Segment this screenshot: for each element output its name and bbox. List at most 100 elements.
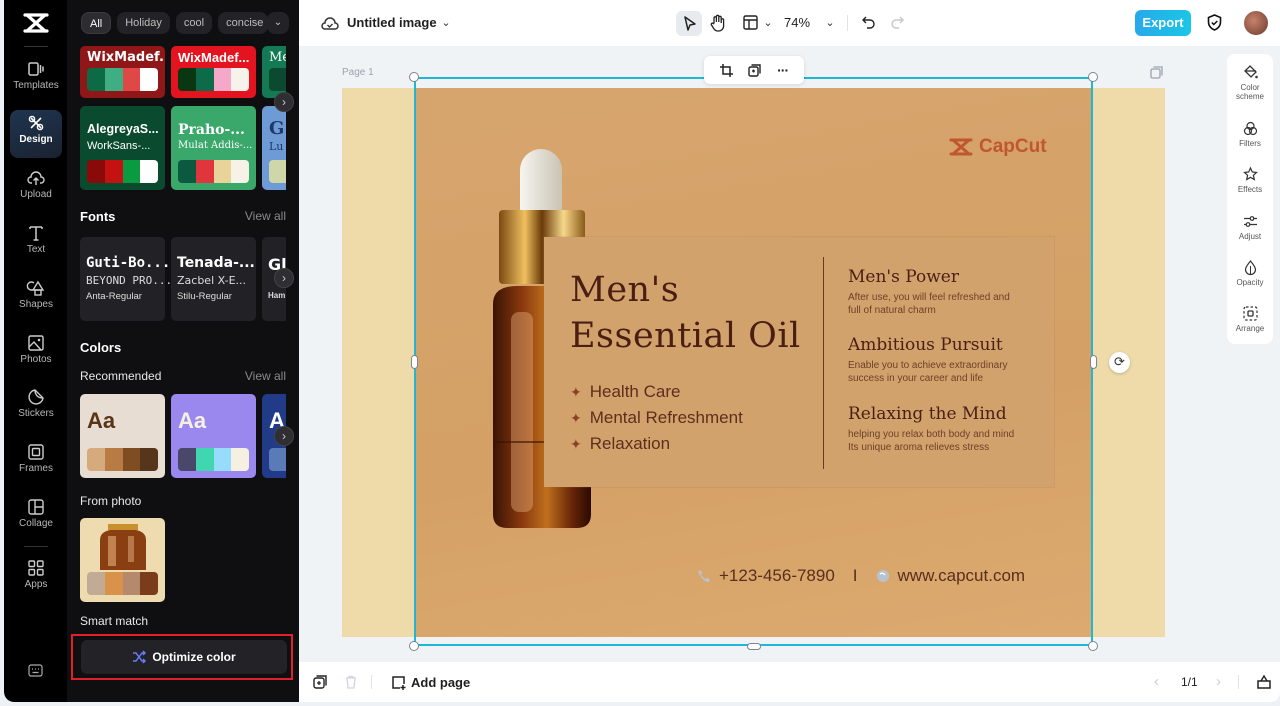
poster-image[interactable]: CapCut Men's Essential Oil ✦ Health Care … (415, 88, 1093, 637)
nav-design[interactable]: Design (10, 110, 62, 158)
layout-chevron-down-icon[interactable]: ⌄ (758, 13, 778, 33)
layout-icon[interactable] (743, 15, 758, 30)
fonts-next-button[interactable]: › (274, 268, 294, 288)
nav-stickers[interactable]: Stickers (10, 384, 62, 432)
theme-card[interactable]: AlegreyaS... WorkSans-... (80, 106, 165, 190)
font-card[interactable]: Tenada-... Zacbel X-E... Stilu-Regular (171, 237, 256, 321)
fonts-view-all-link[interactable]: View all (245, 209, 286, 223)
benefit-item[interactable]: ✦ Health Care (570, 379, 743, 405)
font-card[interactable]: Guti-Bo... BEYOND PRO... Anta-Regular (80, 237, 172, 321)
chevron-left-icon: ‹ (1154, 673, 1159, 690)
chips-expand-button[interactable]: ⌄ (267, 12, 289, 34)
prev-page-button[interactable]: ‹ (1154, 673, 1159, 690)
colors-next-button[interactable]: › (274, 426, 294, 446)
opacity-button[interactable]: Opacity (1227, 260, 1273, 287)
zoom-chevron-down-icon[interactable]: ⌄ (820, 13, 840, 33)
title-chevron-down-icon[interactable]: ⌄ (436, 13, 456, 33)
keyboard-icon[interactable] (28, 664, 43, 677)
chip-all[interactable]: All (81, 12, 112, 34)
optimize-color-button[interactable]: Optimize color (81, 640, 287, 674)
contact-line[interactable]: +123-456-7890 I www.capcut.com (697, 566, 1025, 586)
capcut-logo[interactable] (22, 12, 50, 34)
effects-button[interactable]: Effects (1227, 166, 1273, 194)
feature-block[interactable]: Relaxing the Mind helping you relax both… (848, 404, 1014, 454)
duplicate-page-icon[interactable] (313, 675, 327, 689)
resize-handle-bottom[interactable] (747, 643, 761, 650)
page-panel-icon[interactable] (1257, 674, 1271, 689)
more-options-icon[interactable]: ··· (777, 62, 789, 78)
cloud-sync-icon[interactable] (321, 15, 339, 31)
theme-card[interactable]: Me (262, 46, 286, 98)
sparkle-icon: ✦ (570, 436, 582, 452)
resize-handle-bottom-right[interactable] (1088, 641, 1098, 651)
resize-handle-top-right[interactable] (1088, 72, 1098, 82)
divider (371, 675, 372, 689)
poster-heading[interactable]: Men's Essential Oil (570, 267, 801, 359)
crop-icon[interactable] (719, 63, 733, 77)
shuffle-icon (133, 650, 147, 664)
filters-button[interactable]: Filters (1227, 121, 1273, 148)
next-page-button[interactable]: › (1216, 673, 1221, 690)
themes-next-button[interactable]: › (274, 92, 294, 112)
theme-card[interactable]: G Lu (262, 106, 286, 190)
resize-handle-right[interactable] (1090, 355, 1097, 369)
feature-block[interactable]: Men's Power After use, you will feel ref… (848, 267, 1010, 317)
nav-collage[interactable]: Collage (10, 494, 62, 542)
adjust-button[interactable]: Adjust (1227, 214, 1273, 241)
recommended-view-all-link[interactable]: View all (245, 369, 286, 383)
nav-photos[interactable]: Photos (10, 330, 62, 378)
from-photo-title: From photo (80, 494, 142, 508)
nav-apps[interactable]: Apps (10, 555, 62, 603)
color-card[interactable]: Aa (171, 394, 256, 478)
capcut-logo-icon (949, 138, 973, 156)
benefit-list: ✦ Health Care ✦ Mental Refreshment ✦ Relaxa… (570, 379, 743, 457)
shield-check-icon[interactable] (1207, 14, 1222, 31)
nav-shapes[interactable]: Shapes (10, 275, 62, 323)
undo-icon[interactable] (862, 16, 875, 29)
arrange-button[interactable]: Arrange (1227, 306, 1273, 333)
color-card[interactable]: Aa (80, 394, 165, 478)
theme-card[interactable]: WixMadef... (80, 46, 165, 98)
chip-cool[interactable]: cool (175, 12, 213, 34)
select-tool-button[interactable] (676, 11, 702, 36)
benefit-item[interactable]: ✦ Mental Refreshment (570, 405, 743, 431)
resize-handle-bottom-left[interactable] (409, 641, 419, 651)
palette-swatch (269, 448, 286, 471)
export-button[interactable]: Export (1135, 10, 1191, 36)
copy-page-icon[interactable] (1150, 66, 1163, 79)
add-page-icon (392, 676, 406, 690)
zoom-level[interactable]: 74% (784, 15, 810, 30)
theme-card[interactable]: Praho-... Mulat Addis-... (171, 106, 256, 190)
rotate-icon: ⟳ (1114, 354, 1125, 369)
design-page[interactable]: CapCut Men's Essential Oil ✦ Health Care … (342, 88, 1165, 637)
cursor-icon (684, 16, 696, 31)
feature-block[interactable]: Ambitious Pursuit Enable you to achieve … (848, 335, 1008, 385)
hand-tool-icon[interactable] (710, 14, 726, 32)
nav-upload[interactable]: Upload (10, 165, 62, 213)
trash-icon[interactable] (345, 675, 357, 689)
chip-concise[interactable]: concise (218, 12, 269, 34)
document-title[interactable]: Untitled image (347, 15, 437, 30)
resize-handle-left[interactable] (411, 355, 418, 369)
chip-holiday[interactable]: Holiday (117, 12, 170, 34)
rotate-handle[interactable]: ⟳ (1109, 352, 1130, 373)
benefit-item[interactable]: ✦ Relaxation (570, 431, 743, 457)
divider (24, 546, 48, 547)
from-photo-card[interactable] (80, 518, 165, 602)
floating-toolbar: ··· (704, 56, 804, 84)
text-icon (29, 226, 43, 241)
nav-text[interactable]: Text (10, 220, 62, 268)
color-scheme-button[interactable]: Color scheme (1227, 65, 1273, 101)
page-indicator: 1/1 (1181, 675, 1198, 689)
resize-handle-top-left[interactable] (409, 72, 419, 82)
theme-card[interactable]: WixMadef... (171, 46, 256, 98)
add-page-button[interactable]: Add page (391, 675, 470, 690)
user-avatar[interactable] (1244, 11, 1268, 35)
duplicate-icon[interactable] (748, 63, 762, 77)
right-tools-panel: Color scheme Filters Effects Adjust Opac… (1227, 54, 1273, 344)
nav-frames[interactable]: Frames (10, 439, 62, 487)
redo-icon[interactable] (891, 16, 904, 29)
nav-templates[interactable]: Templates (10, 56, 62, 104)
info-box[interactable]: Men's Essential Oil ✦ Health Care ✦ Mental… (544, 237, 1054, 487)
divider (24, 46, 48, 47)
